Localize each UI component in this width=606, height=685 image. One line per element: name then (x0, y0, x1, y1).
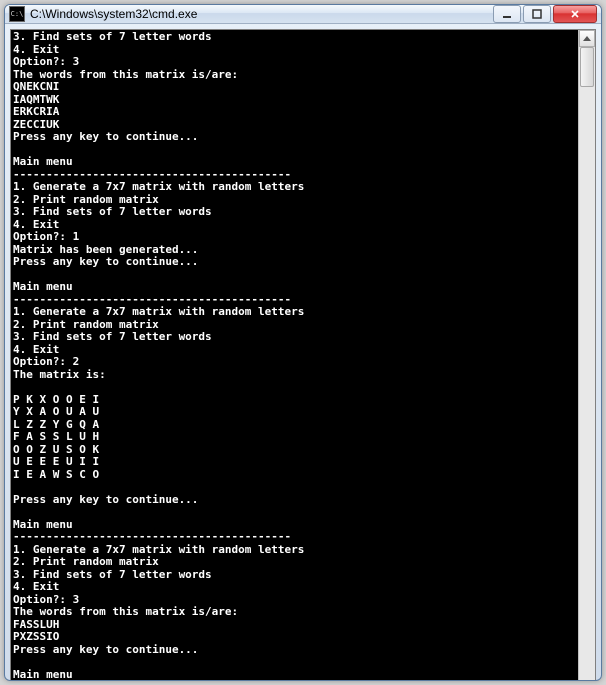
console-area: 3. Find sets of 7 letter words 4. Exit O… (10, 29, 596, 681)
maximize-button[interactable] (523, 5, 551, 23)
cmd-window: C:\ C:\Windows\system32\cmd.exe 3. Find … (4, 4, 602, 681)
window-controls (493, 5, 597, 23)
console-output[interactable]: 3. Find sets of 7 letter words 4. Exit O… (11, 30, 578, 681)
titlebar[interactable]: C:\ C:\Windows\system32\cmd.exe (5, 5, 601, 24)
cmd-icon: C:\ (9, 6, 25, 22)
vertical-scrollbar[interactable] (578, 30, 595, 681)
minimize-button[interactable] (493, 5, 521, 23)
window-title: C:\Windows\system32\cmd.exe (30, 7, 493, 21)
close-button[interactable] (553, 5, 597, 23)
vertical-scroll-thumb[interactable] (580, 47, 594, 87)
vertical-scroll-track[interactable] (579, 47, 595, 681)
scroll-up-button[interactable] (579, 30, 595, 47)
